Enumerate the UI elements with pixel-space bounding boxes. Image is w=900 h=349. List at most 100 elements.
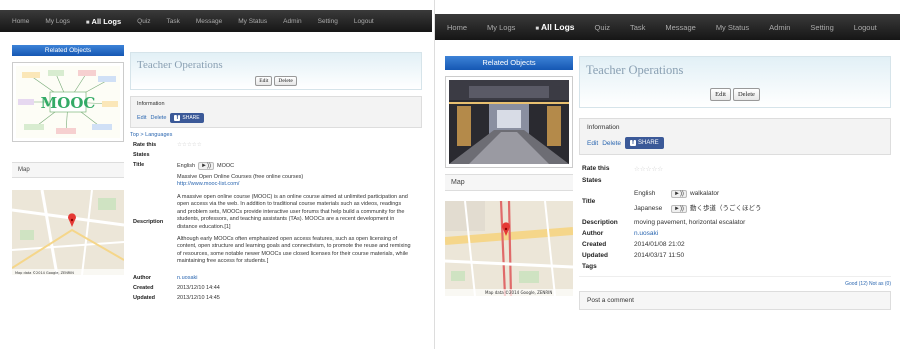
nav-logout[interactable]: Logout: [354, 18, 374, 25]
table-row: States: [130, 150, 414, 160]
nav-my-status[interactable]: My Status: [716, 23, 749, 32]
information-label: Information: [587, 124, 620, 131]
share-label: SHARE: [638, 140, 659, 146]
desc-paragraph: A massive open online course (MOOC) is a…: [177, 193, 408, 230]
delete-button[interactable]: Delete: [274, 76, 297, 86]
title-value: MOOC: [216, 163, 235, 169]
table-row: Rate this ☆☆☆☆☆: [579, 163, 764, 175]
title-label: Title: [133, 162, 145, 168]
map-attribution: Map data ©2014 Google, ZENRIN: [485, 290, 552, 295]
speaker-icon[interactable]: ►)): [198, 162, 214, 170]
map-attribution: Map data ©2014 Google, ZENRIN: [15, 271, 74, 275]
information-box: Information Edit Delete f SHARE: [130, 96, 422, 128]
title-value: walkalator: [689, 190, 720, 197]
page-title: Teacher Operations: [586, 63, 684, 77]
facebook-share-button[interactable]: f SHARE: [170, 113, 204, 123]
updated-label: Updated: [133, 294, 155, 301]
related-objects-header: Related Objects: [445, 56, 573, 70]
post-comment-box[interactable]: Post a comment: [579, 291, 891, 310]
updated-value: 2014/03/17 11:50: [634, 252, 685, 259]
map[interactable]: Map data ©2014 Google, ZENRIN: [445, 201, 573, 296]
info-edit-link[interactable]: Edit: [137, 115, 146, 121]
info-delete-link[interactable]: Delete: [150, 115, 166, 121]
rating-stars[interactable]: ☆☆☆☆☆: [634, 166, 663, 173]
rating-stars[interactable]: ☆☆☆☆☆: [177, 142, 202, 148]
table-row: Rate this ☆☆☆☆☆: [130, 140, 414, 150]
nav-all-logs[interactable]: All Logs: [86, 17, 122, 26]
fields-table: Rate this ☆☆☆☆☆ States Title English ►)) MO…: [130, 140, 414, 303]
nav-setting[interactable]: Setting: [810, 23, 833, 32]
nav-message[interactable]: Message: [196, 18, 222, 25]
created-value: 2013/12/10 14:44: [177, 284, 220, 291]
table-row: Updated 2013/12/10 14:45: [130, 293, 414, 303]
nav-my-logs[interactable]: My Logs: [487, 23, 515, 32]
related-objects-header: Related Objects: [12, 45, 124, 56]
nav-all-logs[interactable]: All Logs: [535, 22, 575, 32]
table-row: Title English ►)) MOOC: [130, 160, 414, 172]
nav-message[interactable]: Message: [665, 23, 695, 32]
updated-value: 2013/12/10 14:45: [177, 294, 220, 301]
escalator-thumbnail[interactable]: [445, 76, 573, 168]
nav-quiz[interactable]: Quiz: [595, 23, 610, 32]
desc-line: Massive Open Online Courses (free online…: [177, 174, 304, 180]
table-row: Created 2013/12/10 14:44: [130, 283, 414, 293]
nav-task[interactable]: Task: [167, 18, 180, 25]
table-row: Author n.uosaki: [130, 273, 414, 283]
created-value: 2014/01/08 21:02: [634, 241, 685, 248]
states-label: States: [582, 177, 602, 184]
edit-button[interactable]: Edit: [710, 88, 731, 101]
desc-link[interactable]: http://www.mooc-list.com/: [177, 181, 239, 187]
mooc-thumbnail[interactable]: MOOC: [12, 62, 124, 142]
map-image: Map data ©2014 Google, ZENRIN: [12, 190, 124, 275]
rating-links[interactable]: Good (12) Not as (0): [579, 276, 891, 287]
created-label: Created: [582, 241, 607, 248]
main-content: Teacher Operations Edit Delete Informati…: [130, 52, 422, 303]
title-language: English: [177, 163, 196, 169]
delete-button[interactable]: Delete: [732, 88, 760, 101]
nav-setting[interactable]: Setting: [318, 18, 338, 25]
table-row: Updated 2014/03/17 11:50: [579, 250, 764, 261]
desc-paragraph: Although early MOOCs often emphasized op…: [177, 235, 411, 265]
facebook-share-button[interactable]: f SHARE: [625, 137, 664, 149]
map-header: Map: [445, 174, 573, 191]
states-label: States: [133, 152, 150, 158]
table-row: Title English ►)) walkalator Japanese ►)) 動く…: [579, 186, 764, 217]
description-label: Description: [582, 219, 618, 226]
description-label: Description: [133, 219, 164, 226]
nav-home[interactable]: Home: [447, 23, 467, 32]
title-value: 動く歩道（うごくほどう: [689, 205, 762, 212]
author-label: Author: [133, 274, 152, 281]
sidebar: Related Objects MOOC Map Map data ©2014 …: [12, 45, 124, 275]
edit-button[interactable]: Edit: [255, 76, 273, 86]
table-row: Description moving pavement, horizontal e…: [579, 217, 764, 228]
nav-my-logs[interactable]: My Logs: [45, 18, 70, 25]
fields-table: Rate this ☆☆☆☆☆ States Title English ►)) wa…: [579, 163, 764, 272]
sidebar: Related Objects Map Map data ©2014 Googl…: [445, 56, 573, 296]
nav-my-status[interactable]: My Status: [238, 18, 267, 25]
share-label: SHARE: [182, 115, 200, 121]
mooc-mindmap-image: MOOC: [16, 66, 120, 138]
title-language: Japanese: [634, 205, 663, 212]
nav-quiz[interactable]: Quiz: [137, 18, 150, 25]
nav-logout[interactable]: Logout: [854, 23, 877, 32]
nav-home[interactable]: Home: [12, 18, 29, 25]
author-value[interactable]: n.uosaki: [631, 228, 764, 239]
info-delete-link[interactable]: Delete: [602, 140, 621, 147]
breadcrumb[interactable]: Top > Languages: [130, 132, 422, 138]
nav-admin[interactable]: Admin: [769, 23, 790, 32]
facebook-icon: f: [630, 140, 636, 146]
created-label: Created: [133, 284, 154, 291]
author-value[interactable]: n.uosaki: [174, 273, 414, 283]
page-title-box: Teacher Operations Edit Delete: [579, 56, 891, 108]
nav-task[interactable]: Task: [630, 23, 645, 32]
nav-admin[interactable]: Admin: [283, 18, 301, 25]
info-edit-link[interactable]: Edit: [587, 140, 598, 147]
main-content: Teacher Operations Edit Delete Informati…: [579, 56, 891, 310]
facebook-icon: f: [174, 115, 181, 121]
rate-label: Rate this: [133, 142, 157, 148]
mooc-logo-text: MOOC: [41, 94, 96, 112]
speaker-icon[interactable]: ►)): [671, 190, 687, 198]
map[interactable]: Map data ©2014 Google, ZENRIN: [12, 190, 124, 275]
title-buttons: Edit Delete: [586, 88, 884, 101]
speaker-icon[interactable]: ►)): [671, 205, 687, 213]
